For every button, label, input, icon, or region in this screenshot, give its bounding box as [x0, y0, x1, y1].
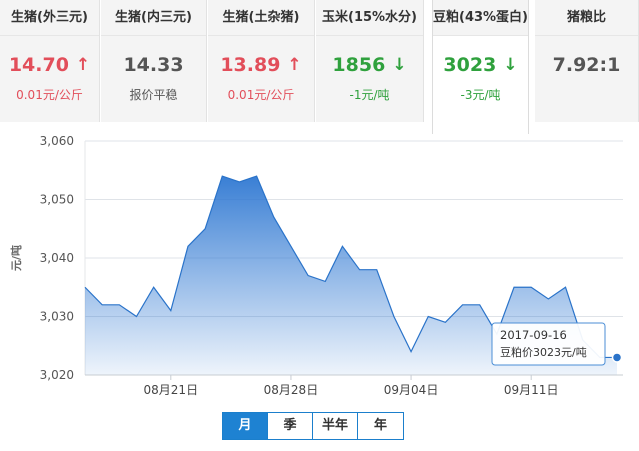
tab-change: 报价平稳 [129, 88, 178, 102]
tab-title: 生猪(外三元) [0, 0, 99, 36]
x-tick-label: 09月11日 [504, 383, 559, 397]
tab-price: 13.89 ↑ [208, 52, 314, 78]
arrow-down-icon: ↓ [392, 55, 407, 75]
tab-price-value: 13.89 [220, 54, 281, 76]
tab-title: 生猪(土杂猪) [208, 0, 314, 36]
x-tick-label: 08月28日 [264, 383, 319, 397]
tab-price-value: 3023 [443, 54, 497, 76]
price-tab-5[interactable]: 猪粮比 7.92:1 [535, 0, 639, 122]
period-button-3[interactable]: 年 [358, 413, 403, 439]
y-tick-label: 3,040 [40, 251, 74, 265]
arrow-up-icon: ↑ [287, 55, 302, 75]
tab-price-value: 14.70 [8, 54, 69, 76]
tab-price: 7.92:1 [535, 52, 638, 78]
tab-change: 0.01元/公斤 [227, 88, 295, 102]
period-selector: 月季半年年 [222, 412, 404, 440]
tab-title: 猪粮比 [535, 0, 638, 36]
arrow-up-icon: ↑ [75, 55, 91, 75]
tab-change: -3元/吨 [460, 88, 501, 102]
tab-price-value: 14.33 [123, 54, 184, 76]
tab-title: 生猪(内三元) [101, 0, 206, 36]
price-tab-1[interactable]: 生猪(内三元) 14.33 报价平稳 [101, 0, 207, 122]
tooltip-value: 豆粕价3023元/吨 [500, 345, 587, 359]
price-tab-3[interactable]: 玉米(15%水分) 1856 ↓ -1元/吨 [316, 0, 424, 122]
y-tick-label: 3,060 [40, 134, 74, 148]
tooltip-date: 2017-09-16 [500, 328, 567, 342]
tab-price: 1856 ↓ [316, 52, 423, 78]
arrow-down-icon: ↓ [503, 55, 518, 75]
tab-price: 14.33 [101, 52, 206, 78]
x-tick-label: 09月04日 [384, 383, 439, 397]
price-tabs: 生猪(外三元) 14.70 ↑ 0.01元/公斤 生猪(内三元) 14.33 报价平稳 生猪(… [0, 0, 639, 134]
x-tick-label: 08月21日 [144, 383, 199, 397]
price-chart: 3,020 3,030 3,040 3,050 3,060 元/吨 08月21日 08月28日… [9, 134, 623, 397]
period-button-0[interactable]: 月 [223, 413, 268, 439]
tab-price: 14.70 ↑ [0, 52, 99, 78]
tab-price-value: 7.92:1 [552, 54, 621, 76]
tab-change: -1元/吨 [349, 88, 390, 102]
tab-change: 0.01元/公斤 [16, 88, 83, 102]
period-button-2[interactable]: 半年 [313, 413, 358, 439]
y-tick-label: 3,050 [40, 193, 74, 207]
y-tick-label: 3,020 [40, 368, 74, 382]
tab-title: 豆粕(43%蛋白) [433, 0, 528, 36]
y-axis-label: 元/吨 [9, 245, 23, 271]
y-tick-label: 3,030 [40, 310, 74, 324]
period-button-1[interactable]: 季 [268, 413, 313, 439]
hover-point [611, 352, 623, 363]
price-tab-0[interactable]: 生猪(外三元) 14.70 ↑ 0.01元/公斤 [0, 0, 100, 122]
price-tab-4[interactable]: 豆粕(43%蛋白) 3023 ↓ -3元/吨 [432, 0, 529, 134]
price-tab-2[interactable]: 生猪(土杂猪) 13.89 ↑ 0.01元/公斤 [208, 0, 315, 122]
tab-title: 玉米(15%水分) [316, 0, 423, 36]
tab-price-value: 1856 [332, 54, 386, 76]
tab-price: 3023 ↓ [433, 52, 528, 78]
